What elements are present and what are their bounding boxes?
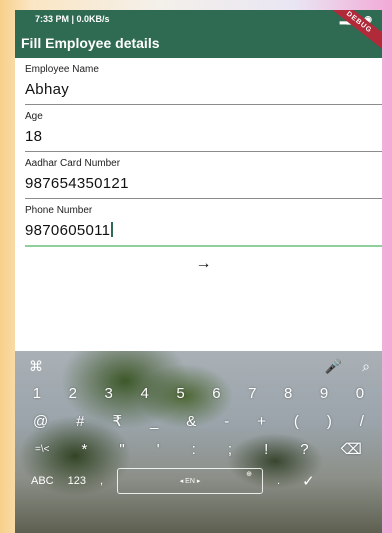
space-bar[interactable]: ◂ EN ▸ ⊕ <box>117 468 264 494</box>
microphone-icon[interactable]: 🎤 <box>325 358 342 379</box>
phone-input[interactable]: 9870605011 <box>25 216 382 245</box>
backspace-icon[interactable]: ⌫ <box>341 440 362 458</box>
key-at[interactable]: @ <box>33 413 48 430</box>
status-time: 7:33 PM | 0.0KB/s <box>35 14 110 24</box>
keyboard-toolbar-right: 🎤 ⌕ <box>325 358 370 379</box>
phone-value: 9870605011 <box>25 222 111 239</box>
aadhar-field[interactable]: Aadhar Card Number 987654350121 <box>25 152 382 199</box>
key-rupee[interactable]: ₹ <box>112 412 122 430</box>
key-colon[interactable]: : <box>192 441 196 458</box>
key-1[interactable]: 1 <box>33 385 41 402</box>
key-ampersand[interactable]: & <box>186 413 196 430</box>
globe-icon: ⊕ <box>246 471 253 478</box>
age-label: Age <box>25 111 43 122</box>
key-more-symbols[interactable]: =\< <box>35 444 49 455</box>
key-hash[interactable]: # <box>76 413 84 430</box>
key-open-paren[interactable]: ( <box>294 413 299 430</box>
keyboard-row-symbols: @ # ₹ _ & - + ( ) / <box>15 407 382 435</box>
key-abc[interactable]: ABC <box>31 475 54 487</box>
key-asterisk[interactable]: * <box>82 441 88 458</box>
age-field[interactable]: Age 18 <box>25 105 382 152</box>
space-language-label: ◂ EN ▸ <box>179 478 201 485</box>
key-comma[interactable]: , <box>100 475 103 487</box>
key-question[interactable]: ? <box>300 441 308 458</box>
key-2[interactable]: 2 <box>69 385 77 402</box>
employee-name-field[interactable]: Employee Name Abhay <box>25 58 382 105</box>
phone-label: Phone Number <box>25 205 93 216</box>
key-4[interactable]: 4 <box>140 385 148 402</box>
key-0[interactable]: 0 <box>356 385 364 402</box>
key-period[interactable]: . <box>277 475 280 487</box>
key-3[interactable]: 3 <box>105 385 113 402</box>
keyboard-row-bottom: ABC 123 , ◂ EN ▸ ⊕ . ✓ <box>15 463 382 499</box>
submit-arrow-button[interactable]: → <box>25 255 382 273</box>
app-bar: Fill Employee details <box>15 28 382 58</box>
key-exclamation[interactable]: ! <box>264 441 268 458</box>
text-cursor <box>111 222 113 237</box>
key-5[interactable]: 5 <box>176 385 184 402</box>
key-9[interactable]: 9 <box>320 385 328 402</box>
keyboard-row-punctuation: =\< * " ' : ; ! ? ⌫ <box>15 435 382 463</box>
phone-underline <box>25 245 382 247</box>
key-double-quote[interactable]: " <box>119 441 124 458</box>
key-underscore[interactable]: _ <box>150 413 158 430</box>
phone-field[interactable]: Phone Number 9870605011 <box>25 199 382 247</box>
aadhar-label: Aadhar Card Number <box>25 158 121 169</box>
employee-name-input[interactable]: Abhay <box>25 75 382 104</box>
arrow-right-icon: → <box>195 255 212 272</box>
key-minus[interactable]: - <box>224 413 229 430</box>
employee-name-label: Employee Name <box>25 64 99 75</box>
key-8[interactable]: 8 <box>284 385 292 402</box>
phone-screen: 7:33 PM | 0.0KB/s ▂▄▆ ◉ DEBUG Fill Emplo… <box>15 10 382 533</box>
key-semicolon[interactable]: ; <box>228 441 232 458</box>
key-single-quote[interactable]: ' <box>157 441 160 458</box>
key-slash[interactable]: / <box>360 413 364 430</box>
page-title: Fill Employee details <box>21 35 160 51</box>
key-close-paren[interactable]: ) <box>327 413 332 430</box>
key-123[interactable]: 123 <box>68 475 86 487</box>
keyboard-menu-icon[interactable]: ⌘ <box>29 358 43 379</box>
age-input[interactable]: 18 <box>25 122 382 151</box>
aadhar-input[interactable]: 987654350121 <box>25 169 382 198</box>
key-plus[interactable]: + <box>257 413 266 430</box>
keyboard-toolbar: ⌘ 🎤 ⌕ <box>15 351 382 379</box>
soft-keyboard: ⌘ 🎤 ⌕ 1 2 3 4 5 6 7 8 9 0 @ # ₹ _ & - + … <box>15 351 382 533</box>
key-6[interactable]: 6 <box>212 385 220 402</box>
status-bar: 7:33 PM | 0.0KB/s ▂▄▆ ◉ <box>15 10 382 28</box>
enter-check-icon[interactable]: ✓ <box>302 472 315 490</box>
search-icon[interactable]: ⌕ <box>362 358 370 379</box>
keyboard-row-numbers: 1 2 3 4 5 6 7 8 9 0 <box>15 379 382 407</box>
key-7[interactable]: 7 <box>248 385 256 402</box>
employee-form: Employee Name Abhay Age 18 Aadhar Card N… <box>15 58 382 273</box>
